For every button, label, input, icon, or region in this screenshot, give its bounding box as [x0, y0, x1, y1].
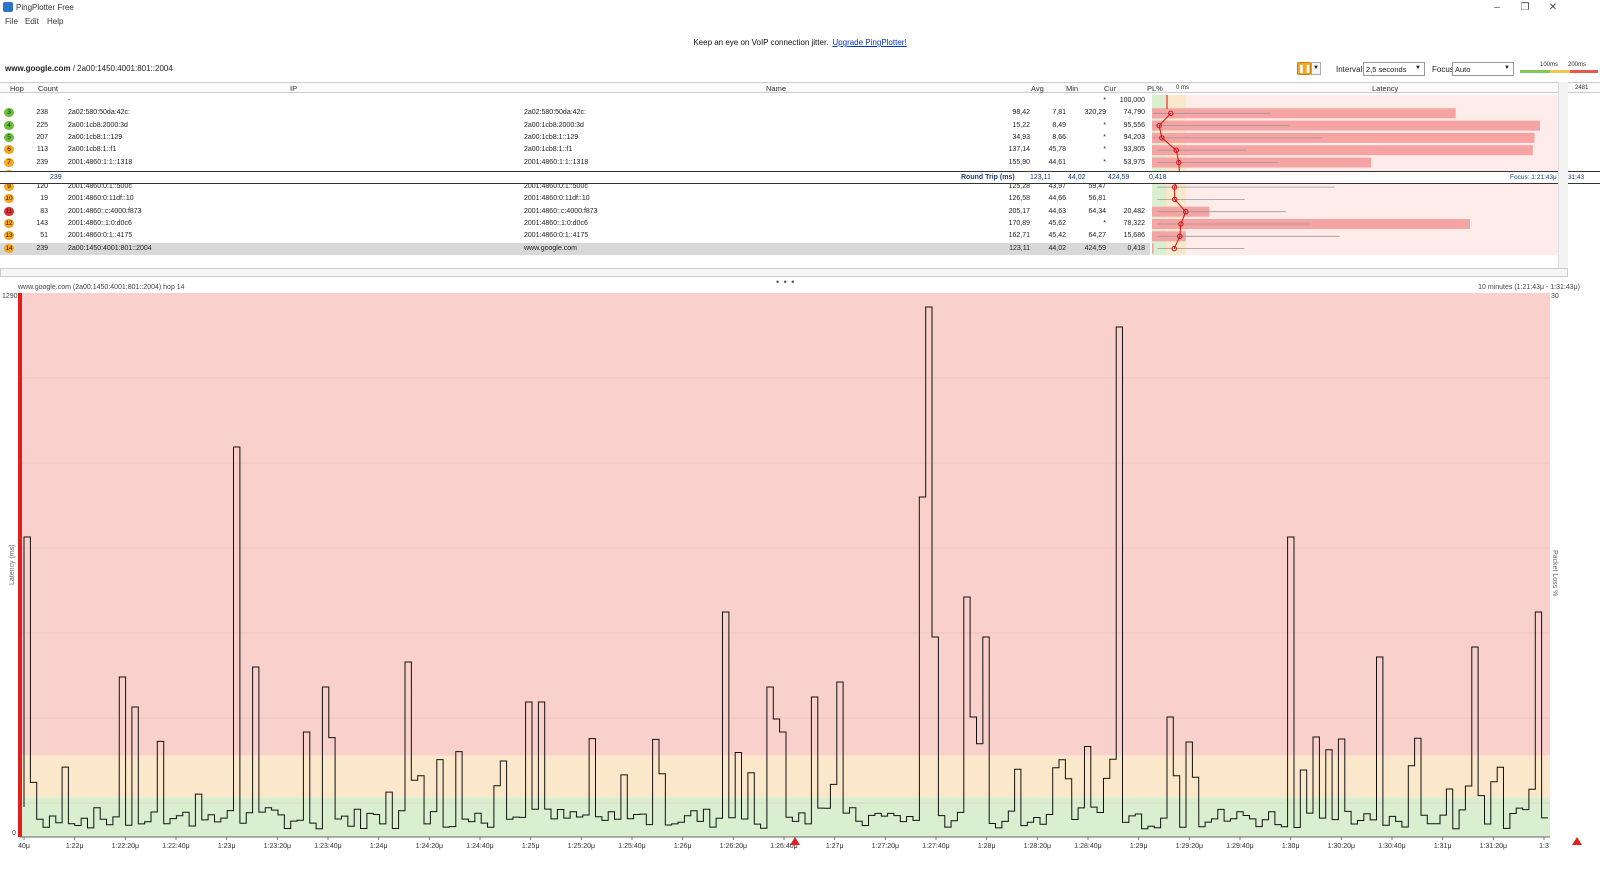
x-axis-tick-label: 1:26μ	[674, 843, 692, 850]
menu-help[interactable]: Help	[47, 17, 63, 26]
col-pl[interactable]: PL%	[1147, 84, 1163, 93]
x-axis-tick-label: 1:28:40μ	[1074, 843, 1101, 850]
window-title: PingPlotter Free	[16, 3, 74, 12]
col-name[interactable]: Name	[766, 84, 786, 93]
x-axis-tick-label: 1:22:20μ	[112, 843, 139, 850]
zone-bad-background	[20, 293, 1550, 756]
x-axis-tick-label: 1:31:20μ	[1480, 843, 1507, 850]
round-trip-row: 239 Round Trip (ms) 123,11 44,02 424,59 …	[0, 171, 1600, 184]
menu-bar: File Edit Help	[0, 15, 1600, 28]
col-latency[interactable]: Latency	[1372, 84, 1398, 93]
table-vertical-scrollbar[interactable]	[1558, 82, 1568, 268]
packet-loss-marker	[1572, 837, 1582, 845]
rt-pl: 0,418	[1149, 174, 1167, 181]
x-axis-tick-label: 1:26:20μ	[720, 843, 747, 850]
x-axis-tick-label: 1:29μ	[1130, 843, 1148, 850]
rt-cur: 424,59	[1108, 174, 1130, 181]
pane-splitter-handle[interactable]: • • •	[776, 277, 795, 287]
x-axis-tick-label: 1:29:20μ	[1176, 843, 1203, 850]
x-axis-tick-label: 1:25:20μ	[568, 843, 595, 850]
x-axis-tick-label: 1:31μ	[1434, 843, 1452, 850]
close-button[interactable]: ✕	[1540, 1, 1566, 14]
y-axis-label: Latency (ms)	[9, 545, 16, 585]
latency-scale-zero: 0 ms	[1176, 85, 1190, 91]
col-count[interactable]: Count	[38, 84, 58, 93]
scale-good-bar	[1520, 70, 1550, 73]
y-axis-max-label: 1290	[2, 293, 18, 300]
x-axis-tick-label: 1:27:20μ	[872, 843, 899, 850]
x-axis-tick-label: 1:25:40μ	[618, 843, 645, 850]
menu-edit[interactable]: Edit	[25, 17, 39, 26]
timeline-graph[interactable]: 1290 0 30 Latency (ms) Packet Loss % 40μ 1:22μ…	[0, 290, 1600, 869]
x-axis-tick-label: 1:3	[1539, 843, 1549, 850]
packet-loss-marker	[790, 837, 800, 845]
zone-warn-background	[20, 755, 1550, 798]
minimize-button[interactable]: –	[1484, 1, 1510, 14]
app-logo-icon	[3, 2, 13, 12]
table-header: Hop Count IP Name Avg Min Cur PL% 0 ms L…	[0, 82, 1600, 93]
interval-select[interactable]: 2,5 seconds ▼	[1363, 62, 1425, 76]
col-min[interactable]: Min	[1066, 84, 1078, 93]
x-axis-tick-label: 1:30:20μ	[1328, 843, 1355, 850]
x-axis-tick-label: 1:22μ	[66, 843, 84, 850]
rt-focus: Focus: 1:21:43μ - 1:31:43	[1510, 174, 1585, 181]
target-host: www.google.com	[5, 64, 71, 73]
focus-value: Auto	[1455, 65, 1471, 74]
x-axis-tick-label: 1:30:40μ	[1378, 843, 1405, 850]
x-axis-tick-label: 1:27:40μ	[922, 843, 949, 850]
y-axis-min-label: 0	[12, 830, 16, 837]
packet-loss-bar	[18, 293, 22, 837]
x-axis-tick-label: 1:22:40μ	[162, 843, 189, 850]
x-axis-tick-label: 1:28μ	[978, 843, 996, 850]
banner-text: Keep an eye on VoIP connection jitter.	[693, 38, 829, 47]
rt-label: Round Trip (ms)	[961, 174, 1015, 181]
rt-count: 239	[50, 174, 62, 181]
packet-loss-bar	[1152, 243, 1154, 254]
title-bar: PingPlotter Free – ❐ ✕	[0, 0, 1600, 15]
x-axis-tick-label: 1:27μ	[826, 843, 844, 850]
scale-warn-bar	[1550, 70, 1570, 73]
col-hop[interactable]: Hop	[10, 84, 24, 93]
x-axis-tick-label: 1:24:20μ	[416, 843, 443, 850]
x-axis-tick-label: 40μ	[18, 843, 30, 850]
table-horizontal-scrollbar[interactable]	[0, 268, 1568, 277]
interval-value: 2,5 seconds	[1366, 65, 1407, 74]
rt-min: 44,02	[1068, 174, 1086, 181]
rt-avg: 123,11	[1030, 174, 1051, 181]
x-axis-tick-label: 1:24:40μ	[466, 843, 493, 850]
upgrade-link[interactable]: Upgrade PingPlotter!	[832, 38, 906, 47]
menu-file[interactable]: File	[5, 17, 18, 26]
focus-select[interactable]: Auto ▼	[1452, 62, 1514, 76]
chevron-down-icon: ▼	[1504, 65, 1510, 71]
target-address: / 2a00:1450:4001:801::2004	[70, 64, 173, 73]
x-axis-tick-label: 1:23:20μ	[264, 843, 291, 850]
latency-scale-legend: 100ms 200ms	[1520, 62, 1598, 74]
x-axis-tick-label: 1:25μ	[522, 843, 540, 850]
x-axis-tick-label: 1:23:40μ	[314, 843, 341, 850]
x-axis-tick-label: 1:23μ	[218, 843, 236, 850]
y2-axis-label: Packet Loss %	[1551, 550, 1558, 596]
pause-button[interactable]: ❚❚	[1297, 62, 1311, 75]
latency-scale-max: 2481	[1575, 85, 1589, 91]
x-axis-tick-label: 1:30μ	[1282, 843, 1300, 850]
restore-button[interactable]: ❐	[1512, 1, 1538, 14]
focus-label: Focus	[1432, 65, 1454, 74]
scale-bad-bar	[1570, 70, 1598, 73]
interval-label: Interval	[1336, 65, 1363, 74]
col-avg[interactable]: Avg	[1031, 84, 1044, 93]
x-axis-tick-label: 1:29:40μ	[1226, 843, 1253, 850]
upgrade-banner: Keep an eye on VoIP connection jitter. Up…	[0, 38, 1600, 47]
y2-axis-max-label: 30	[1551, 293, 1559, 300]
scale-100-label: 100ms	[1540, 62, 1559, 68]
col-cur[interactable]: Cur	[1104, 84, 1116, 93]
chevron-down-icon: ▼	[1415, 65, 1421, 71]
scale-200-label: 200ms	[1568, 62, 1587, 68]
col-ip[interactable]: IP	[290, 84, 297, 93]
target-label: www.google.com / 2a00:1450:4001:801::200…	[5, 64, 173, 73]
x-axis-tick-label: 1:24μ	[370, 843, 388, 850]
x-axis-tick-label: 1:28:20μ	[1024, 843, 1051, 850]
pause-dropdown-button[interactable]: ▼	[1311, 62, 1321, 75]
